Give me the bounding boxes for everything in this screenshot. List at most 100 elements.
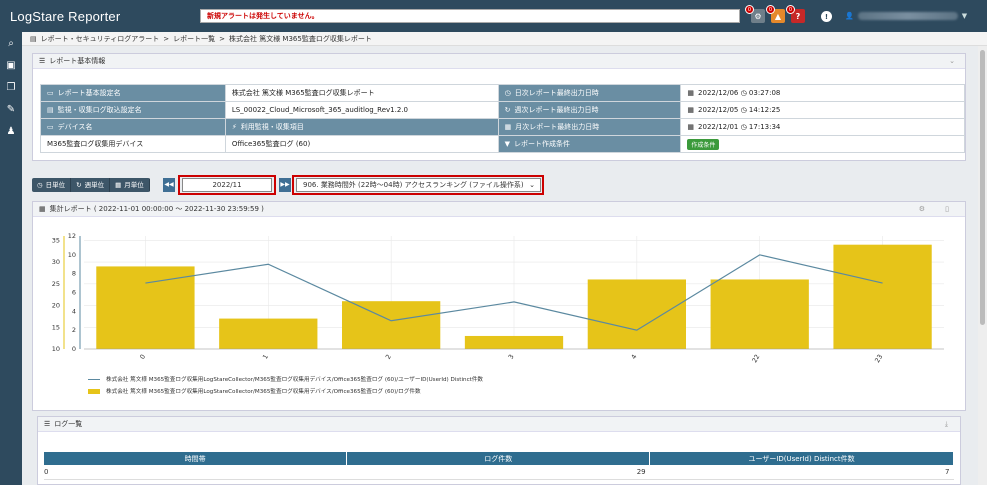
period-icon: ▦ <box>115 181 122 189</box>
create-condition-button[interactable]: 作成条件 <box>687 138 720 150</box>
period-label: 週単位 <box>84 181 105 189</box>
panel-title: 集計レポート ( 2022-11-01 00:00:00 ～ 2022-11-3… <box>49 205 264 213</box>
panel-title: レポート基本情報 <box>49 57 106 65</box>
info-label: ▼ レポート作成条件 <box>497 135 682 153</box>
info-label: ◷ 日次レポート最終出力日時 <box>497 84 682 102</box>
field-icon: ⚡ <box>231 123 237 131</box>
left-nav: ⌕ ▣ ❐ ✎ ♟ <box>0 32 22 485</box>
breadcrumb: ▤ レポート・セキュリティログアラート > レポート一覧 > 株式会社 篤文様 … <box>22 32 987 46</box>
chevron-down-icon: ⌄ <box>529 181 535 189</box>
info-value: Office365監査ログ (60) <box>224 135 499 153</box>
report-info-table: ▭ レポート基本設定名 株式会社 篤文様 M365監査ログ収集レポート ◷ 日次レポート… <box>40 84 965 153</box>
month-input[interactable]: 2022/11 <box>182 178 272 192</box>
info-row: M365監査ログ収集用デバイス Office365監査ログ (60) ▼ レポート作成… <box>40 135 965 153</box>
user-menu[interactable]: 👤 ▼ <box>845 10 967 22</box>
info-label: ▭ デバイス名 <box>40 118 226 136</box>
period-segment: ◷ 日単位 ↻ 週単位 ▦ 月単位 <box>32 178 150 192</box>
period-label: 月単位 <box>124 181 144 189</box>
field-icon: ▼ <box>504 140 510 148</box>
gear-icon[interactable]: ⚙ <box>919 202 925 216</box>
field-text: 利用監視・収集項目 <box>240 123 304 131</box>
panel-header: ▦ 集計レポート ( 2022-11-01 00:00:00 ～ 2022-11… <box>33 202 965 217</box>
info-value: LS_00022_Cloud_Microsoft_365_auditlog_Re… <box>224 101 499 119</box>
breadcrumb-item[interactable]: レポート一覧 <box>173 32 215 46</box>
table-cell: 7 <box>649 465 954 480</box>
app-title: LogStare Reporter <box>10 8 121 24</box>
badge-count: 0 <box>766 5 775 14</box>
field-text: M365監査ログ収集用デバイス <box>47 140 144 148</box>
badge-count: 0 <box>786 5 795 14</box>
field-icon: ▭ <box>47 123 54 131</box>
panel-header: ☰ レポート基本情報 ⌄ <box>33 54 965 69</box>
info-label: ▦ 月次レポート最終出力日時 <box>497 118 682 136</box>
badge-count: 0 <box>745 5 754 14</box>
alert-banner[interactable]: 新規アラートは発生していません。 <box>200 9 740 23</box>
info-value: ▦ 2022/12/01 ◷ 17:13:34 <box>680 118 965 136</box>
info-label: ▭ レポート基本設定名 <box>40 84 226 102</box>
search-icon[interactable]: ⌕ <box>0 32 22 54</box>
chevron-down-icon[interactable]: ⌄ <box>949 54 955 68</box>
info-value: 株式会社 篤文様 M365監査ログ収集レポート <box>224 84 499 102</box>
field-text: 2022/12/01 ◷ 17:13:34 <box>698 123 781 131</box>
field-text: レポート基本設定名 <box>57 89 121 97</box>
field-icon: ▦ <box>687 123 695 131</box>
info-row: ▤ 監視・収集ログ取込設定名 LS_00022_Cloud_Microsoft_36… <box>40 101 965 119</box>
wrench-icon[interactable]: ✎ <box>0 98 22 120</box>
field-icon: ◷ <box>504 89 511 97</box>
field-text: 月次レポート最終出力日時 <box>515 123 600 131</box>
report-type-select[interactable]: 906. 業務時間外 (22時〜04時) アクセスランキング (ファイル操作系)… <box>296 178 541 192</box>
chevron-down-icon: ▼ <box>961 12 968 20</box>
info-value: M365監査ログ収集用デバイス <box>40 135 226 153</box>
info-value: ▦ 2022/12/06 ◷ 03:27:08 <box>680 84 965 102</box>
user-icon: 👤 <box>845 12 854 20</box>
info-label: ⚡ 利用監視・収集項目 <box>224 118 499 136</box>
menu-icon: ☰ <box>44 420 51 428</box>
period-button[interactable]: ↻ 週単位 <box>71 178 111 192</box>
field-text: 監視・収集ログ取込設定名 <box>57 106 142 114</box>
field-icon: ▭ <box>47 89 54 97</box>
column-header[interactable]: ログ件数 <box>346 452 651 465</box>
breadcrumb-sep: > <box>219 34 225 43</box>
info-label: ↻ 週次レポート最終出力日時 <box>497 101 682 119</box>
field-icon: ▦ <box>687 106 695 114</box>
period-label: 日単位 <box>45 181 66 189</box>
breadcrumb-item[interactable]: レポート・セキュリティログアラート <box>41 32 160 46</box>
field-text: 2022/12/06 ◷ 03:27:08 <box>698 89 781 97</box>
table-cell: 0 <box>44 465 347 480</box>
next-month-button[interactable]: ▶▶ <box>279 178 291 192</box>
image-icon[interactable]: ▣ <box>0 54 22 76</box>
period-icon: ◷ <box>37 181 43 189</box>
download-icon[interactable]: ⤓ <box>945 417 948 431</box>
field-icon: ↻ <box>504 106 511 114</box>
breadcrumb-sep: > <box>163 34 170 43</box>
prev-month-button[interactable]: ◀◀ <box>163 178 175 192</box>
user-name-redacted <box>857 12 958 20</box>
legend-label: 株式会社 篤文様 M365監査ログ収集用LogStareCollector/M3… <box>106 389 421 395</box>
report-icon: ▤ <box>30 34 37 43</box>
log-table: 時間帯 ログ件数 ユーザーID(UserId) Distinct件数 0 29 7 <box>44 452 954 480</box>
field-text: 2022/12/05 ◷ 14:12:25 <box>698 106 781 114</box>
field-text: デバイス名 <box>57 123 93 131</box>
legend-bar: 株式会社 篤文様 M365監査ログ収集用LogStareCollector/M3… <box>88 387 421 395</box>
users-icon[interactable]: ♟ <box>0 120 22 142</box>
pdf-icon[interactable]: ▯ <box>945 202 949 216</box>
table-row[interactable]: 0 29 7 <box>44 465 954 480</box>
copy-icon[interactable]: ❐ <box>0 76 22 98</box>
period-button[interactable]: ◷ 日単位 <box>32 178 72 192</box>
scrollbar-thumb[interactable] <box>980 50 985 325</box>
menu-icon: ☰ <box>39 57 46 65</box>
column-header[interactable]: ユーザーID(UserId) Distinct件数 <box>649 452 954 465</box>
column-header[interactable]: 時間帯 <box>44 452 348 465</box>
info-row: ▭ デバイス名 ⚡ 利用監視・収集項目 ▦ 月次レポート最終出力日時 ▦ 2022/12/01… <box>40 118 965 136</box>
field-text: レポート作成条件 <box>513 140 570 148</box>
field-icon: ▦ <box>687 89 695 97</box>
info-value: 作成条件 <box>680 135 965 153</box>
info-label: ▤ 監視・収集ログ取込設定名 <box>40 101 226 119</box>
info-icon[interactable]: ! <box>821 11 832 22</box>
panel-header: ☰ ログ一覧 ⤓ <box>38 417 960 432</box>
period-button[interactable]: ▦ 月単位 <box>110 178 150 192</box>
select-value: 906. 業務時間外 (22時〜04時) アクセスランキング (ファイル操作系) <box>303 181 524 189</box>
breadcrumb-current: 株式会社 篤文様 M365監査ログ収集レポート <box>228 34 372 43</box>
field-text: Office365監査ログ (60) <box>231 140 311 148</box>
field-icon: ▤ <box>47 106 54 114</box>
